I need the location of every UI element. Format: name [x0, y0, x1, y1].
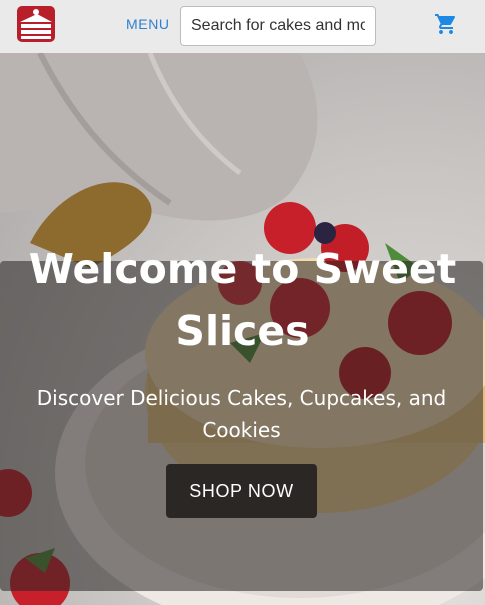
cake-slice-icon[interactable]: [16, 5, 56, 43]
menu-button[interactable]: MENU: [126, 16, 170, 32]
hero-title: Welcome to Sweet Slices: [28, 245, 457, 355]
top-navigation-bar: MENU: [0, 0, 485, 53]
hero-subtitle: Discover Delicious Cakes, Cupcakes, and …: [36, 386, 447, 442]
shopping-cart-icon[interactable]: [434, 12, 458, 36]
search-input[interactable]: [180, 6, 376, 46]
shop-now-button[interactable]: SHOP NOW: [166, 464, 317, 518]
